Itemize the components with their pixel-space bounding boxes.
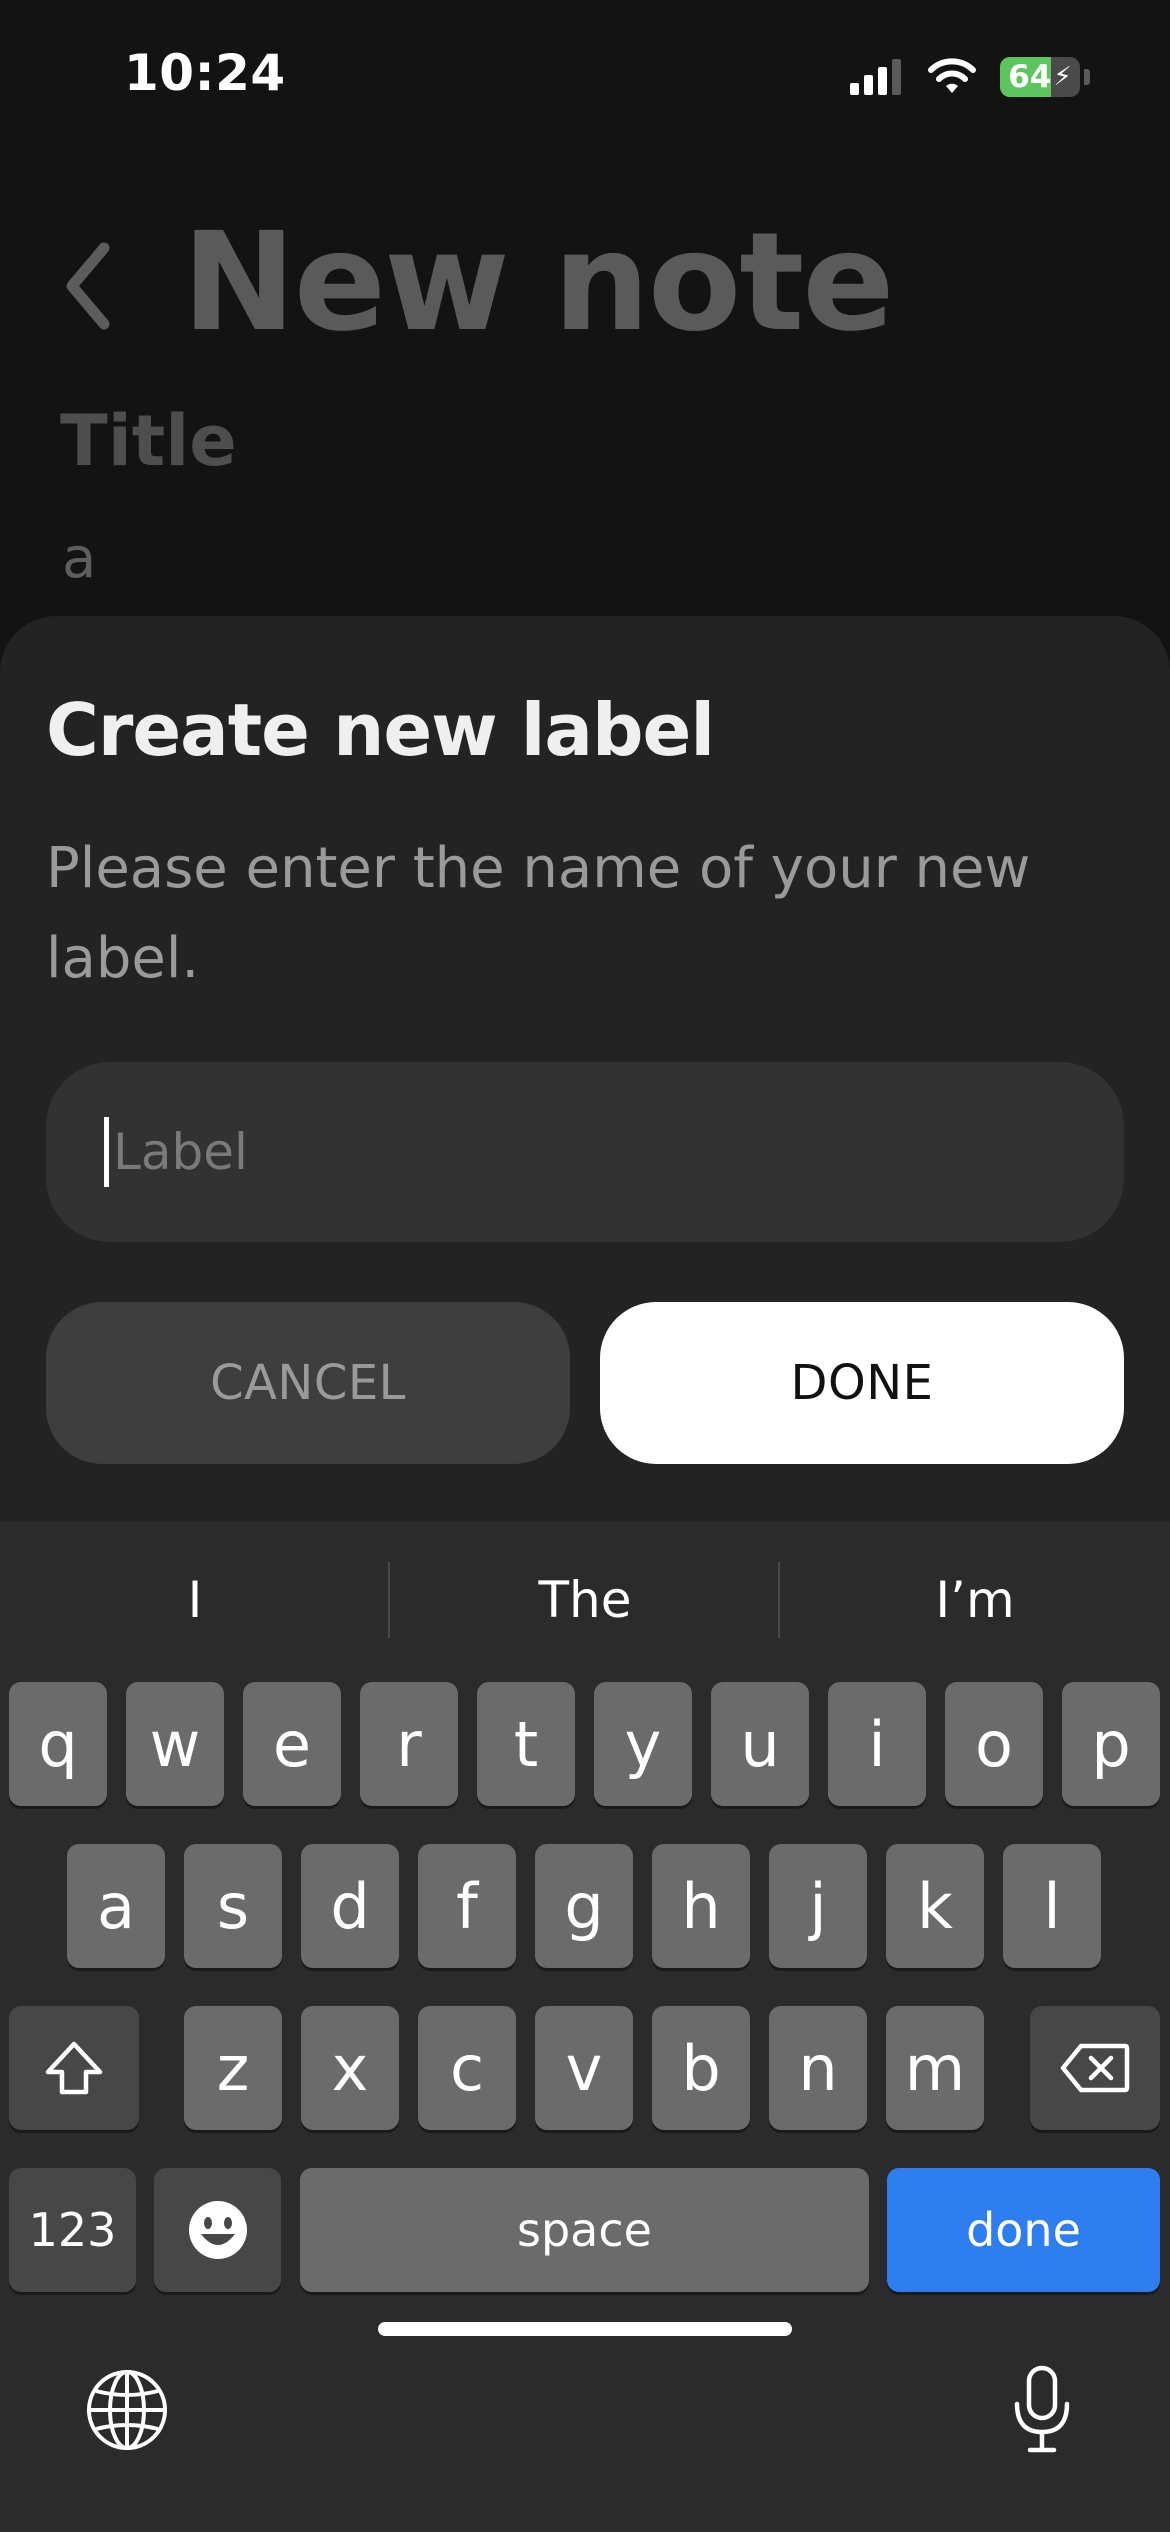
done-button[interactable]: DONE bbox=[600, 1302, 1124, 1464]
backspace-key[interactable] bbox=[1030, 2006, 1160, 2130]
note-editor-background: New note Title a bbox=[0, 150, 1170, 620]
title-field-label[interactable]: Title bbox=[60, 400, 237, 482]
key-w[interactable]: w bbox=[126, 1682, 224, 1806]
wifi-icon bbox=[928, 58, 976, 93]
key-b[interactable]: b bbox=[652, 2006, 750, 2130]
key-s[interactable]: s bbox=[184, 1844, 282, 1968]
battery-charging-icon: 64 ⚡︎ bbox=[1000, 57, 1080, 97]
dictation-key[interactable] bbox=[992, 2360, 1092, 2460]
battery-cap bbox=[1084, 69, 1090, 85]
note-body-text[interactable]: a bbox=[62, 526, 96, 591]
emoji-key[interactable] bbox=[154, 2168, 281, 2292]
backspace-icon bbox=[1060, 2043, 1130, 2093]
shift-icon bbox=[45, 2041, 103, 2095]
bolt-icon: ⚡︎ bbox=[1053, 62, 1072, 92]
key-v[interactable]: v bbox=[535, 2006, 633, 2130]
key-q[interactable]: q bbox=[9, 1682, 107, 1806]
key-d[interactable]: d bbox=[301, 1844, 399, 1968]
key-p[interactable]: p bbox=[1062, 1682, 1160, 1806]
screen: 10:24 64 ⚡︎ New note Title a Create new … bbox=[0, 0, 1170, 2532]
battery-percent: 64 bbox=[1008, 59, 1052, 95]
key-u[interactable]: u bbox=[711, 1682, 809, 1806]
key-r[interactable]: r bbox=[360, 1682, 458, 1806]
key-j[interactable]: j bbox=[769, 1844, 867, 1968]
dialog-description: Please enter the name of your new label. bbox=[46, 836, 1031, 991]
suggestion-item[interactable]: I’m bbox=[780, 1522, 1170, 1678]
cancel-button[interactable]: CANCEL bbox=[46, 1302, 570, 1464]
cellular-signal-icon bbox=[850, 59, 901, 95]
key-a[interactable]: a bbox=[67, 1844, 165, 1968]
key-e[interactable]: e bbox=[243, 1682, 341, 1806]
suggestion-item[interactable]: I bbox=[0, 1522, 390, 1678]
key-z[interactable]: z bbox=[184, 2006, 282, 2130]
key-l[interactable]: l bbox=[1003, 1844, 1101, 1968]
key-n[interactable]: n bbox=[769, 2006, 867, 2130]
key-h[interactable]: h bbox=[652, 1844, 750, 1968]
chevron-left-icon[interactable] bbox=[58, 236, 118, 336]
suggestion-item[interactable]: The bbox=[390, 1522, 780, 1678]
globe-key[interactable] bbox=[77, 2360, 177, 2460]
text-caret bbox=[104, 1117, 109, 1187]
microphone-icon bbox=[1014, 2365, 1070, 2453]
key-g[interactable]: g bbox=[535, 1844, 633, 1968]
key-x[interactable]: x bbox=[301, 2006, 399, 2130]
key-i[interactable]: i bbox=[828, 1682, 926, 1806]
globe-icon bbox=[87, 2370, 167, 2450]
key-c[interactable]: c bbox=[418, 2006, 516, 2130]
status-time: 10:24 bbox=[124, 44, 286, 102]
label-input-placeholder: Label bbox=[113, 1123, 248, 1181]
space-key[interactable]: space bbox=[300, 2168, 869, 2292]
key-o[interactable]: o bbox=[945, 1682, 1043, 1806]
key-y[interactable]: y bbox=[594, 1682, 692, 1806]
keyboard-done-key[interactable]: done bbox=[887, 2168, 1160, 2292]
emoji-icon bbox=[188, 2201, 247, 2259]
numbers-key[interactable]: 123 bbox=[9, 2168, 136, 2292]
status-icons: 64 ⚡︎ bbox=[848, 52, 1090, 102]
suggestion-bar: I The I’m bbox=[0, 1522, 1170, 1678]
home-indicator[interactable] bbox=[378, 2322, 792, 2336]
label-input[interactable]: Label bbox=[46, 1062, 1124, 1242]
dialog-title: Create new label bbox=[46, 688, 715, 772]
key-m[interactable]: m bbox=[886, 2006, 984, 2130]
key-t[interactable]: t bbox=[477, 1682, 575, 1806]
key-f[interactable]: f bbox=[418, 1844, 516, 1968]
status-bar: 10:24 64 ⚡︎ bbox=[0, 0, 1170, 150]
page-title: New note bbox=[182, 204, 895, 362]
shift-key[interactable] bbox=[9, 2006, 139, 2130]
key-k[interactable]: k bbox=[886, 1844, 984, 1968]
